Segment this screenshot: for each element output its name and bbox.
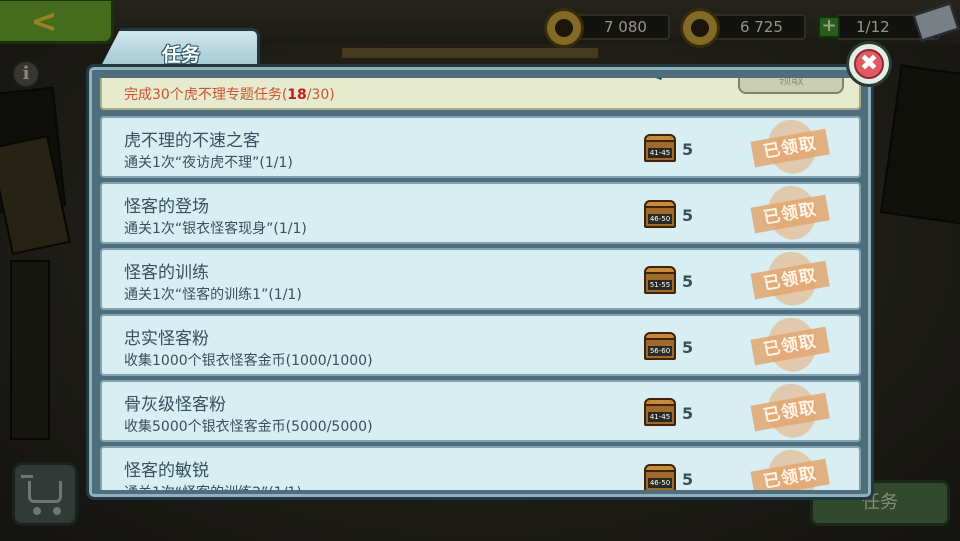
- claimed-stamp: 已领取: [749, 181, 832, 244]
- task-title: 忠实怪客粉: [124, 329, 209, 349]
- reward-count: 5: [682, 140, 694, 159]
- task-desc: 通关1次“夜访虎不理”(1/1): [124, 155, 293, 171]
- claimed-stamp: 已领取: [749, 445, 832, 490]
- treasure-chest-icon: 41-45: [644, 398, 676, 426]
- treasure-chest-icon: 46-50: [644, 464, 676, 490]
- task-title: 怪客的登场: [124, 197, 209, 217]
- task-desc: 完成30个虎不理专题任务(18/30): [124, 87, 335, 103]
- treasure-chest-icon: 56-60: [644, 332, 676, 360]
- reward-count: 5: [682, 470, 694, 489]
- task-desc: 收集1000个银衣怪客金币(1000/1000): [124, 353, 373, 369]
- reward-count: 5: [682, 206, 694, 225]
- task-row: 虎不理的不速之客 通关1次“夜访虎不理”(1/1) 41-45 5 已领取: [100, 115, 861, 178]
- reward-ticket-icon: [648, 78, 666, 80]
- task-row: 骨灰级怪客粉 收集5000个银衣怪客金币(5000/5000) 41-45 5 …: [100, 379, 861, 442]
- claimed-stamp: 已领取: [749, 379, 832, 442]
- reward-count: 5: [682, 272, 694, 291]
- treasure-chest-icon: 41-45: [644, 134, 676, 162]
- task-title: 骨灰级怪客粉: [124, 395, 226, 415]
- task-desc: 通关1次“怪客的训练2”(1/1): [124, 482, 302, 490]
- claim-button[interactable]: 领取: [738, 78, 844, 94]
- task-row: 完成30个虎不理专题任务(18/30) 领取: [100, 78, 861, 110]
- task-desc: 收集5000个银衣怪客金币(5000/5000): [124, 419, 373, 435]
- task-row: 怪客的训练 通关1次“怪客的训练1”(1/1) 51-55 5 已领取: [100, 247, 861, 310]
- treasure-chest-icon: 46-50: [644, 200, 676, 228]
- close-button[interactable]: ✖: [846, 41, 892, 87]
- claimed-stamp: 已领取: [749, 313, 832, 376]
- task-desc: 通关1次“银衣怪客现身”(1/1): [124, 221, 307, 237]
- task-list[interactable]: 完成30个虎不理专题任务(18/30) 领取 虎不理的不速之客 通关1次“夜访虎…: [98, 78, 863, 490]
- reward-count: 5: [682, 404, 694, 423]
- task-title: 怪客的训练: [124, 263, 209, 283]
- task-row: 怪客的登场 通关1次“银衣怪客现身”(1/1) 46-50 5 已领取: [100, 181, 861, 244]
- task-desc: 通关1次“怪客的训练1”(1/1): [124, 287, 302, 303]
- claimed-stamp: 已领取: [749, 247, 832, 310]
- task-row: 怪客的敏锐 通关1次“怪客的训练2”(1/1) 46-50 5 已领取: [100, 445, 861, 490]
- reward-count: 5: [682, 338, 694, 357]
- tab-tasks-label: 任务: [161, 44, 200, 66]
- task-row: 忠实怪客粉 收集1000个银衣怪客金币(1000/1000) 56-60 5 已…: [100, 313, 861, 376]
- task-title: 怪客的敏锐: [124, 461, 209, 481]
- close-icon: ✖: [854, 49, 884, 79]
- treasure-chest-icon: 51-55: [644, 266, 676, 294]
- claimed-stamp: 已领取: [749, 115, 832, 178]
- task-title: 虎不理的不速之客: [124, 131, 260, 151]
